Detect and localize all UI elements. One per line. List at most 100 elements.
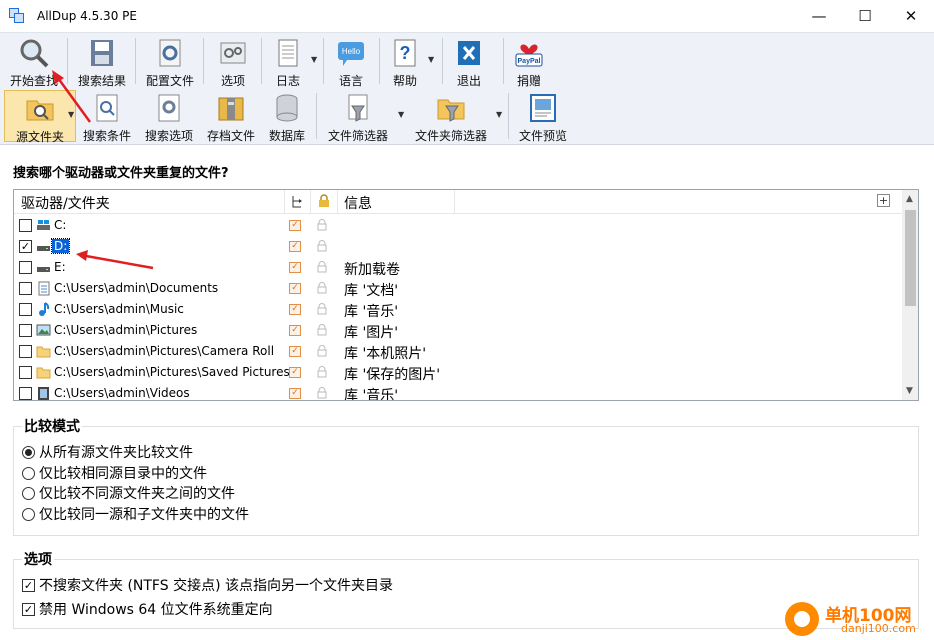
- row-checkbox[interactable]: [19, 387, 32, 400]
- compare-option-different[interactable]: 仅比较不同源文件夹之间的文件: [22, 483, 235, 503]
- radio-button[interactable]: [22, 445, 35, 459]
- lock-icon[interactable]: [317, 345, 327, 357]
- list-item[interactable]: C:\Users\admin\Pictures ✓ 库 '图片': [14, 320, 902, 341]
- file-filter-icon: [342, 92, 374, 124]
- list-item[interactable]: C:\Users\admin\Pictures\Camera Roll ✓ 库 …: [14, 341, 902, 362]
- list-item[interactable]: C:\Users\admin\Music ✓ 库 '音乐': [14, 299, 902, 320]
- help-button[interactable]: ? 帮助: [384, 35, 426, 88]
- archive-files-button[interactable]: 存档文件: [202, 90, 260, 143]
- maximize-button[interactable]: ☐: [842, 0, 888, 32]
- list-item[interactable]: C:\Users\admin\Documents ✓ 库 '文档': [14, 278, 902, 299]
- lock-icon[interactable]: [317, 219, 327, 231]
- scroll-down-icon[interactable]: ▼: [906, 386, 913, 396]
- checkbox[interactable]: ✓: [22, 602, 35, 616]
- archive-icon: [215, 92, 247, 124]
- row-checkbox[interactable]: ✓: [19, 240, 32, 253]
- lock-icon[interactable]: [317, 366, 327, 378]
- column-path[interactable]: 驱动器/文件夹: [21, 193, 110, 213]
- svg-text:PayPal: PayPal: [518, 58, 541, 65]
- file-preview-icon: [527, 92, 559, 124]
- source-dropdown-icon[interactable]: ▼: [68, 110, 74, 119]
- option-disable-redirection[interactable]: ✓ 禁用 Windows 64 位文件系统重定向: [22, 599, 273, 619]
- help-dropdown-icon[interactable]: ▼: [428, 55, 434, 64]
- lock-column-icon[interactable]: [318, 194, 330, 208]
- radio-button[interactable]: [22, 486, 35, 500]
- log-dropdown-icon[interactable]: ▼: [311, 55, 317, 64]
- subfolder-flag-icon[interactable]: ✓: [289, 304, 301, 315]
- radio-button[interactable]: [22, 507, 35, 521]
- exit-button[interactable]: 退出: [448, 35, 490, 88]
- compare-option-subfolders[interactable]: 仅比较同一源和子文件夹中的文件: [22, 504, 249, 524]
- lock-icon[interactable]: [317, 282, 327, 294]
- list-item[interactable]: E: ✓ 新加载卷: [14, 257, 902, 278]
- row-checkbox[interactable]: [19, 261, 32, 274]
- database-button[interactable]: 数据库: [264, 90, 310, 143]
- row-checkbox[interactable]: [19, 282, 32, 295]
- subfolder-flag-icon[interactable]: ✓: [289, 262, 301, 273]
- lock-icon[interactable]: [317, 303, 327, 315]
- log-button[interactable]: 日志: [266, 35, 310, 88]
- row-checkbox[interactable]: [19, 219, 32, 232]
- folder-filter-icon: [435, 92, 467, 124]
- file-filter-button[interactable]: 文件筛选器: [322, 90, 394, 143]
- subfolder-flag-icon[interactable]: ✓: [289, 325, 301, 336]
- language-button[interactable]: Hello 语言: [328, 35, 374, 88]
- documents-icon: [36, 281, 51, 296]
- list-item[interactable]: C: ✓: [14, 215, 902, 236]
- donate-button[interactable]: PayPal 捐赠: [508, 35, 550, 88]
- profile-button[interactable]: 配置文件: [140, 35, 200, 88]
- lock-icon[interactable]: [317, 240, 327, 252]
- option-skip-junction[interactable]: ✓ 不搜索文件夹 (NTFS 交接点) 该点指向另一个文件夹目录: [22, 575, 393, 595]
- compare-mode-title: 比较模式: [22, 416, 82, 436]
- row-checkbox[interactable]: [19, 345, 32, 358]
- list-item[interactable]: C:\Users\admin\Pictures\Saved Pictures ✓…: [14, 362, 902, 383]
- minimize-button[interactable]: —: [796, 0, 842, 32]
- source-folders-button[interactable]: 源文件夹: [4, 90, 76, 144]
- row-checkbox[interactable]: [19, 366, 32, 379]
- watermark-logo-icon: [785, 602, 819, 636]
- subfolder-flag-icon[interactable]: ✓: [289, 346, 301, 357]
- vertical-scrollbar[interactable]: ▲ ▼: [902, 190, 918, 400]
- lock-icon[interactable]: [317, 261, 327, 273]
- source-question: 搜索哪个驱动器或文件夹重复的文件?: [13, 166, 229, 181]
- log-document-icon: [272, 37, 304, 69]
- column-info[interactable]: 信息: [344, 193, 372, 213]
- row-checkbox[interactable]: [19, 303, 32, 316]
- start-search-button[interactable]: 开始查找: [4, 35, 64, 88]
- compare-option-all[interactable]: 从所有源文件夹比较文件: [22, 442, 193, 462]
- folder-filter-button[interactable]: 文件夹筛选器: [408, 90, 494, 143]
- scroll-up-icon[interactable]: ▲: [906, 194, 913, 204]
- drive-icon: [36, 239, 51, 254]
- list-item[interactable]: ✓ D: ✓: [14, 236, 902, 257]
- list-item[interactable]: C:\Users\admin\Videos ✓ 库 '音乐': [14, 383, 902, 400]
- source-folder-list[interactable]: 驱动器/文件夹 信息 + C: ✓ ✓ D: ✓ E: ✓ 新加载卷 C:\Us…: [13, 189, 919, 401]
- close-button[interactable]: ✕: [888, 0, 934, 32]
- lock-icon[interactable]: [317, 324, 327, 336]
- file-filter-dropdown-icon[interactable]: ▼: [398, 110, 404, 119]
- folder-icon: [36, 365, 51, 380]
- subfolder-flag-icon[interactable]: ✓: [289, 220, 301, 231]
- search-options-icon: [153, 92, 185, 124]
- subfolder-flag-icon[interactable]: ✓: [289, 388, 301, 399]
- profile-gear-icon: [154, 37, 186, 69]
- search-results-button[interactable]: 搜索结果: [72, 35, 132, 88]
- search-criteria-icon: [91, 92, 123, 124]
- row-checkbox[interactable]: [19, 324, 32, 337]
- subfolder-flag-icon[interactable]: ✓: [289, 241, 301, 252]
- compare-option-same-dir[interactable]: 仅比较相同源目录中的文件: [22, 463, 207, 483]
- add-folder-button[interactable]: +: [877, 194, 890, 207]
- file-preview-button[interactable]: 文件预览: [514, 90, 572, 143]
- search-options-button[interactable]: 搜索选项: [140, 90, 198, 143]
- radio-button[interactable]: [22, 466, 35, 480]
- checkbox[interactable]: ✓: [22, 578, 35, 592]
- magnifier-icon: [18, 37, 50, 69]
- drive-icon: [36, 260, 51, 275]
- search-criteria-button[interactable]: 搜索条件: [80, 90, 134, 143]
- subfolder-flag-icon[interactable]: ✓: [289, 367, 301, 378]
- folder-filter-dropdown-icon[interactable]: ▼: [496, 110, 502, 119]
- subfolder-column-icon[interactable]: [290, 195, 304, 209]
- scrollbar-thumb[interactable]: [905, 210, 916, 306]
- subfolder-flag-icon[interactable]: ✓: [289, 283, 301, 294]
- lock-icon[interactable]: [317, 387, 327, 399]
- options-button[interactable]: 选项: [208, 35, 258, 88]
